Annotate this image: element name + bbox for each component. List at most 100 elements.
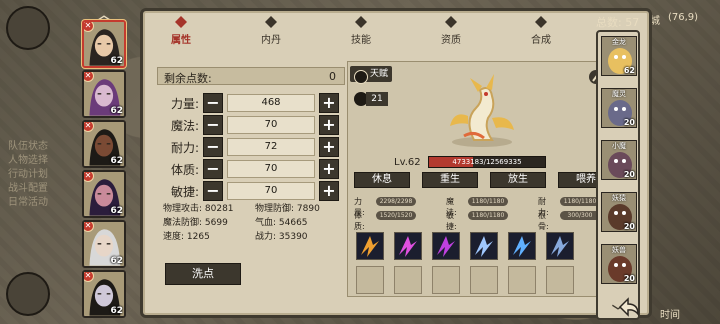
pet-attr-value: 300/300 xyxy=(560,211,600,220)
pet-action-button[interactable]: 放生 xyxy=(490,172,546,188)
empty-skill-slot[interactable] xyxy=(356,266,384,294)
map-coords: (76,9) xyxy=(668,12,699,23)
stat-value: 468 xyxy=(227,94,315,112)
stat-row: 魔法: −70 + xyxy=(157,113,345,137)
companion-avatar[interactable] xyxy=(6,272,50,316)
skill-icon xyxy=(551,236,569,257)
stat-row: 敏捷: −70 + xyxy=(157,179,345,203)
pet-xp-bar: 4733183/12569335 xyxy=(428,156,546,168)
hero-badge-icon: ✕ xyxy=(84,72,94,82)
pet-slot[interactable]: 妖猿 20 xyxy=(601,192,637,232)
skill-slot[interactable] xyxy=(508,232,536,260)
increase-button[interactable]: + xyxy=(319,181,339,201)
skill-slot[interactable] xyxy=(470,232,498,260)
empty-skill-slot[interactable] xyxy=(470,266,498,294)
hero-slot[interactable]: ✕ 62 xyxy=(82,270,126,318)
skill-icon xyxy=(475,236,493,257)
hero-badge-icon: ✕ xyxy=(84,22,94,32)
tab-skill[interactable]: 技能 xyxy=(331,15,391,47)
hero-slot[interactable]: ✕ 62 xyxy=(82,70,126,118)
talent-tag-label: 天赋 xyxy=(370,69,389,79)
pet-slot[interactable]: 金龙 62 xyxy=(601,36,637,76)
empty-skill-slot[interactable] xyxy=(394,266,422,294)
empty-skill-slot[interactable] xyxy=(432,266,460,294)
stat-allocation: 剩余点数: 0 力量: −468 + 魔法: −70 + 耐力: −72 + 体质: −70 + 敏捷:… xyxy=(157,67,345,295)
stat-label: 敏捷: xyxy=(171,185,200,199)
hero-level: 62 xyxy=(110,206,123,216)
empty-skill-slot[interactable] xyxy=(546,266,574,294)
hero-slot[interactable]: ✕ 62 xyxy=(82,170,126,218)
pet-slot-name: 妖猿 xyxy=(612,194,626,202)
hero-slot[interactable]: ✕ 62 xyxy=(82,120,126,168)
pet-slot-level: 20 xyxy=(623,170,635,179)
empty-skill-slot[interactable] xyxy=(508,266,536,294)
time-label: 时间 xyxy=(660,310,680,321)
hero-slot[interactable]: ✕ 62 xyxy=(82,20,126,68)
hero-roster: ︿ ✕ 62 ✕ 62 ✕ 62 ✕ 62 ✕ 62 ✕ 62 xyxy=(78,6,130,324)
character-panel: 属性 内丹 技能 资质 合成 剩余点数: 0 力量: −468 + 魔法: −70 + 耐力: −72… xyxy=(140,8,652,318)
skill-slot[interactable] xyxy=(546,232,574,260)
pet-slot-name: 小魔 xyxy=(612,142,626,150)
increase-button[interactable]: + xyxy=(319,115,339,135)
pet-slot-name: 妖兽 xyxy=(612,246,626,254)
hud-line: 行动计划 xyxy=(8,169,48,180)
pet-slot[interactable]: 魔灵 20 xyxy=(601,88,637,128)
decrease-button[interactable]: − xyxy=(203,159,223,179)
increase-button[interactable]: + xyxy=(319,137,339,157)
hero-level: 62 xyxy=(110,256,123,266)
back-arrow-icon[interactable] xyxy=(616,296,642,318)
reset-points-button[interactable]: 洗点 xyxy=(165,263,241,285)
hero-badge-icon: ✕ xyxy=(84,172,94,182)
tab-flame[interactable]: 属性 xyxy=(151,15,211,47)
hero-badge-icon: ✕ xyxy=(84,122,94,132)
pet-action-button[interactable]: 休息 xyxy=(354,172,410,188)
remaining-points-value: 0 xyxy=(329,70,336,83)
skill-slot[interactable] xyxy=(432,232,460,260)
hero-badge-icon: ✕ xyxy=(84,272,94,282)
pet-total-label: 总数: xyxy=(596,16,622,29)
skill-slot[interactable] xyxy=(356,232,384,260)
remaining-points-label: 剩余点数: xyxy=(164,72,212,85)
hero-level: 62 xyxy=(110,306,123,316)
tab-label: 技能 xyxy=(351,35,371,46)
pet-creature-image xyxy=(450,74,514,147)
tab-merge[interactable]: 合成 xyxy=(511,15,571,47)
hero-badge-icon: ✕ xyxy=(84,222,94,232)
pill-icon xyxy=(265,16,277,28)
pet-slot[interactable]: 小魔 20 xyxy=(601,140,637,180)
tab-label: 资质 xyxy=(441,35,461,46)
pet-attr-value: 1180/1180 xyxy=(468,197,508,206)
stat-label: 魔法: xyxy=(171,119,200,133)
pet-attr-value: 2298/2298 xyxy=(376,197,416,206)
player-avatar[interactable] xyxy=(6,6,50,50)
talent-tag[interactable]: 天赋 xyxy=(350,66,393,84)
pet-level: Lv.62 xyxy=(394,157,421,168)
pet-roster: 金龙 62 魔灵 20 小魔 20 妖猿 20 妖兽 20 ﹀ xyxy=(596,30,640,320)
pet-attr-value: 1180/1180 xyxy=(468,211,508,220)
hero-level: 62 xyxy=(110,56,123,66)
pet-slot[interactable]: 妖兽 20 xyxy=(601,244,637,284)
pet-paw-value: 21 xyxy=(366,92,388,106)
hp: 气血: 54665 xyxy=(255,218,308,228)
skill-slot[interactable] xyxy=(394,232,422,260)
tab-pill[interactable]: 内丹 xyxy=(241,15,301,47)
pet-slot-name: 金龙 xyxy=(612,38,626,46)
pet-action-button[interactable]: 重生 xyxy=(422,172,478,188)
hud-line: 队伍状态 xyxy=(8,141,48,152)
pet-slot-level: 20 xyxy=(623,222,635,231)
decrease-button[interactable]: − xyxy=(203,181,223,201)
stat-row: 耐力: −72 + xyxy=(157,135,345,159)
decrease-button[interactable]: − xyxy=(203,137,223,157)
decrease-button[interactable]: − xyxy=(203,115,223,135)
pet-attr-value: 1180/1180 xyxy=(560,197,600,206)
hero-slot[interactable]: ✕ 62 xyxy=(82,220,126,268)
pet-attributes: 力量: 2298/2298 魔法: 1180/1180 耐力: 1180/1180 体质: 1… xyxy=(354,196,634,231)
tab-aptitude[interactable]: 资质 xyxy=(421,15,481,47)
skill-icon xyxy=(399,236,417,257)
increase-button[interactable]: + xyxy=(319,93,339,113)
increase-button[interactable]: + xyxy=(319,159,339,179)
pet-slot-level: 20 xyxy=(623,118,635,127)
decrease-button[interactable]: − xyxy=(203,93,223,113)
tab-label: 属性 xyxy=(171,35,191,46)
stat-value: 72 xyxy=(227,138,315,156)
